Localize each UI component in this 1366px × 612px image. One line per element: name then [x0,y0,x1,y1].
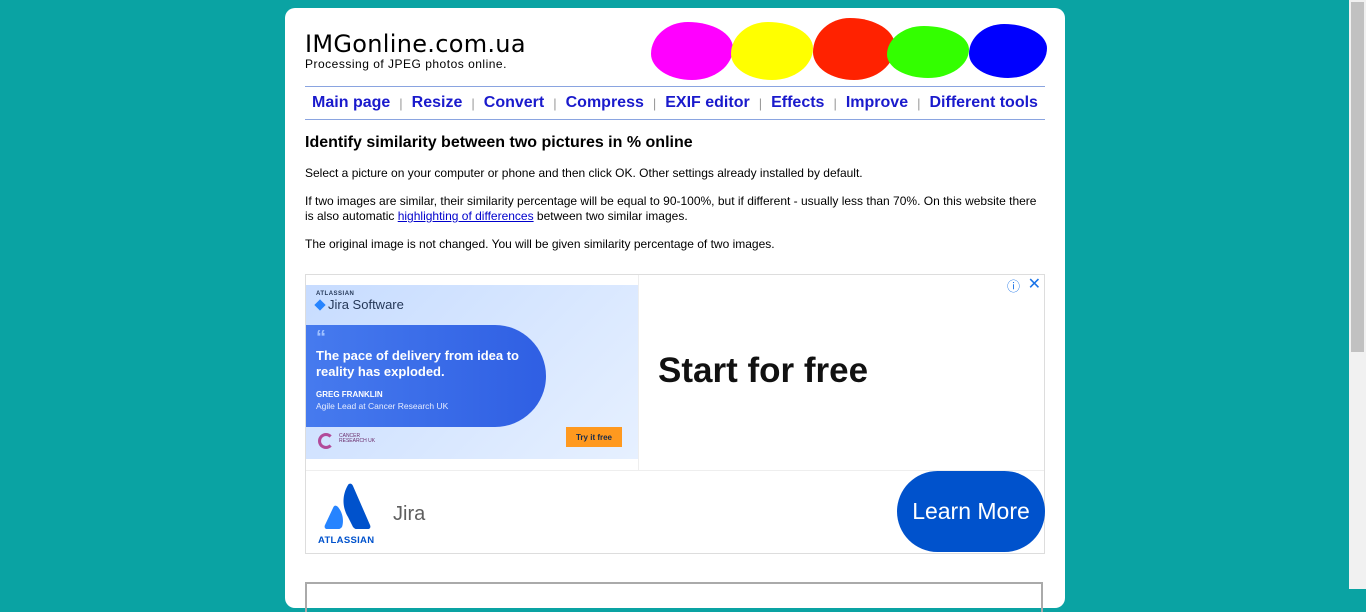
nav-exif-editor[interactable]: EXIF editor [665,94,749,112]
ad-bottom-bar: ATLASSIAN Jira Learn More [306,470,1045,554]
original-image-note: The original image is not changed. You w… [305,237,775,251]
ad-info-icon[interactable]: ⓘ [1007,276,1020,295]
nav-separator: | [917,95,921,111]
page-scrollbar[interactable] [1349,0,1366,589]
nav-improve[interactable]: Improve [846,94,908,112]
atlassian-logo-text: ATLASSIAN [318,535,375,546]
nav-effects[interactable]: Effects [771,94,824,112]
ad-product-name: Jira [393,503,426,525]
logo-blob-blue [969,24,1047,78]
ad-image[interactable]: ATLASSIAN Jira Software “ The pace of de… [306,285,638,459]
ad-brand-name: Jira Software [328,297,404,312]
intro-paragraph: Select a picture on your computer or pho… [305,166,863,180]
quote-mark-icon: “ [316,327,326,349]
main-nav: Main page | Resize | Convert | Compress … [305,86,1045,120]
nav-separator: | [833,95,837,111]
ad-headline[interactable]: Start for free [658,351,868,391]
logo-blob-yellow [731,22,813,80]
try-it-free-button[interactable]: Try it free [566,427,622,447]
atlassian-logo-icon [324,483,371,529]
nav-separator: | [758,95,763,111]
nav-separator: | [652,95,657,111]
similarity-text-end: between two similar images. [533,209,688,223]
cancer-research-logo-icon [318,433,334,449]
learn-more-button[interactable]: Learn More [897,471,1045,552]
nav-separator: | [399,95,403,111]
ad-brand: Jira Software [314,297,404,312]
nav-separator: | [553,95,557,111]
site-title[interactable]: IMGonline.com.ua [305,30,526,58]
page-heading: Identify similarity between two pictures… [305,134,693,151]
nav-compress[interactable]: Compress [566,94,644,112]
logo-blob-red [813,18,895,80]
advertisement[interactable]: ATLASSIAN Jira Software “ The pace of de… [305,274,1045,554]
similarity-paragraph: If two images are similar, their similar… [305,194,1045,224]
nav-convert[interactable]: Convert [484,94,544,112]
ad-divider [638,275,639,470]
ad-role: Agile Lead at Cancer Research UK [316,401,449,411]
nav-separator: | [471,95,475,111]
logo-blobs[interactable] [647,18,1049,90]
logo-blob-magenta [651,22,733,80]
nav-resize[interactable]: Resize [412,94,463,112]
jira-diamond-icon [314,298,326,311]
nav-main-page[interactable]: Main page [312,94,390,112]
ad-close-icon[interactable]: ✕ [1028,274,1041,294]
upload-form-box [305,582,1043,612]
highlighting-differences-link[interactable]: highlighting of differences [398,209,534,223]
cancer-research-text: CANCER RESEARCH UK [339,433,376,444]
scrollbar-thumb[interactable] [1351,2,1364,352]
content-card: IMGonline.com.ua Processing of JPEG phot… [285,8,1065,612]
ad-quote: The pace of delivery from idea to realit… [316,348,519,379]
nav-different-tools[interactable]: Different tools [929,94,1037,112]
ad-person: GREG FRANKLIN [316,390,383,399]
site-subtitle: Processing of JPEG photos online. [305,57,507,71]
logo-blob-green [887,26,969,78]
